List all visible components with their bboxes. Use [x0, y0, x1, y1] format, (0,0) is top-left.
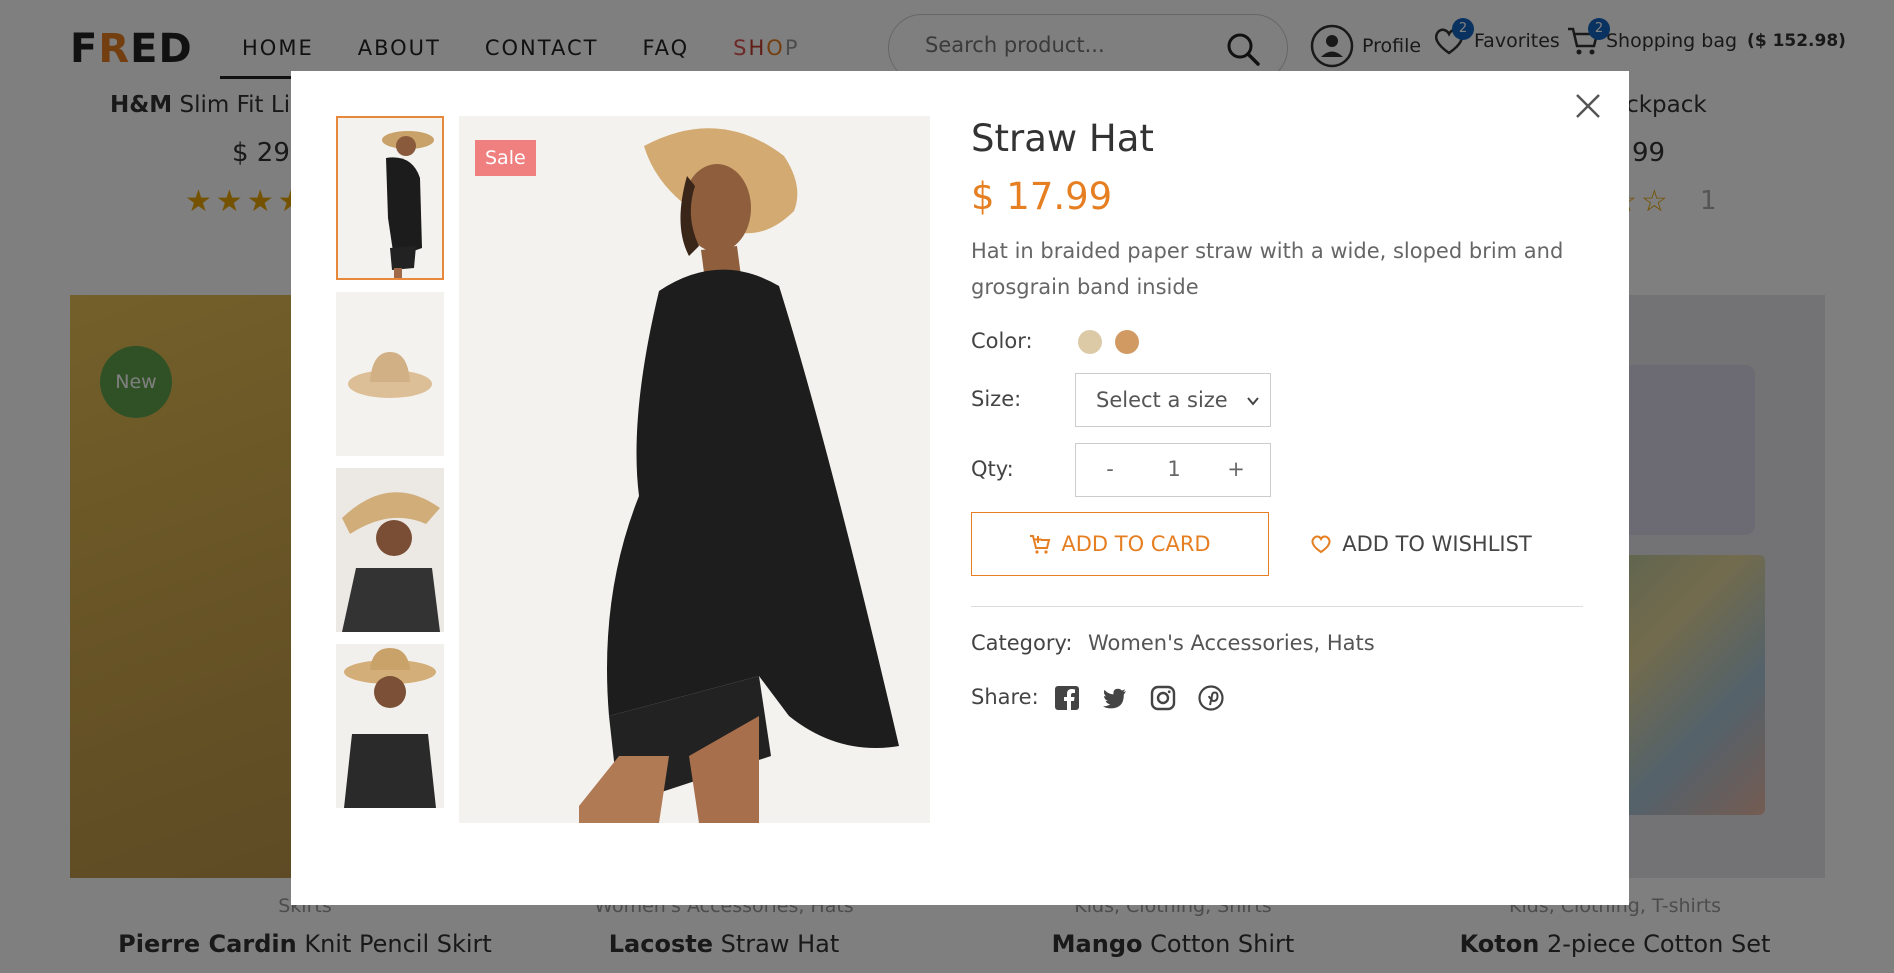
color-swatch-tan[interactable] [1115, 330, 1139, 354]
add-to-wishlist-button[interactable]: ADD TO WISHLIST [1291, 512, 1551, 576]
size-selected-value: Select a size [1096, 388, 1228, 412]
qty-value[interactable]: 1 [1152, 457, 1196, 481]
color-label: Color: [971, 329, 1033, 353]
divider [971, 606, 1583, 607]
product-price: $ 17.99 [971, 175, 1113, 218]
product-title: Straw Hat [971, 117, 1154, 160]
size-select[interactable]: Select a size [1075, 373, 1271, 427]
add-to-cart-button[interactable]: ADD TO CARD [971, 512, 1269, 576]
qty-label: Qty: [971, 457, 1014, 481]
thumbnail-3[interactable] [336, 468, 444, 632]
product-description: Hat in braided paper straw with a wide, … [971, 239, 1564, 299]
color-swatch-beige[interactable] [1078, 330, 1102, 354]
qty-decrement-button[interactable]: - [1100, 457, 1120, 481]
facebook-icon[interactable] [1054, 685, 1080, 711]
thumbnail-4[interactable] [336, 644, 444, 808]
share-label: Share: [971, 685, 1039, 709]
instagram-icon[interactable] [1150, 685, 1176, 711]
add-to-cart-label: ADD TO CARD [1061, 532, 1211, 556]
cart-plus-icon [1030, 535, 1051, 554]
thumbnail-2[interactable] [336, 292, 444, 456]
quick-view-modal: Sale Straw Hat $ 17.99 Hat in braided pa… [291, 71, 1629, 905]
qty-increment-button[interactable]: + [1226, 457, 1246, 481]
close-icon[interactable] [1571, 89, 1605, 123]
category-value[interactable]: Women's Accessories, Hats [1088, 631, 1375, 655]
quantity-stepper: - 1 + [1075, 443, 1271, 497]
pinterest-icon[interactable] [1198, 685, 1224, 711]
add-to-wishlist-label: ADD TO WISHLIST [1342, 532, 1532, 556]
chevron-down-icon [1247, 397, 1259, 406]
sale-badge: Sale [475, 140, 536, 176]
category-label: Category: [971, 631, 1073, 655]
product-main-image[interactable]: Sale [459, 116, 930, 823]
size-label: Size: [971, 387, 1022, 411]
thumbnail-1[interactable] [336, 116, 444, 280]
twitter-icon[interactable] [1102, 685, 1128, 711]
heart-icon [1311, 535, 1331, 554]
